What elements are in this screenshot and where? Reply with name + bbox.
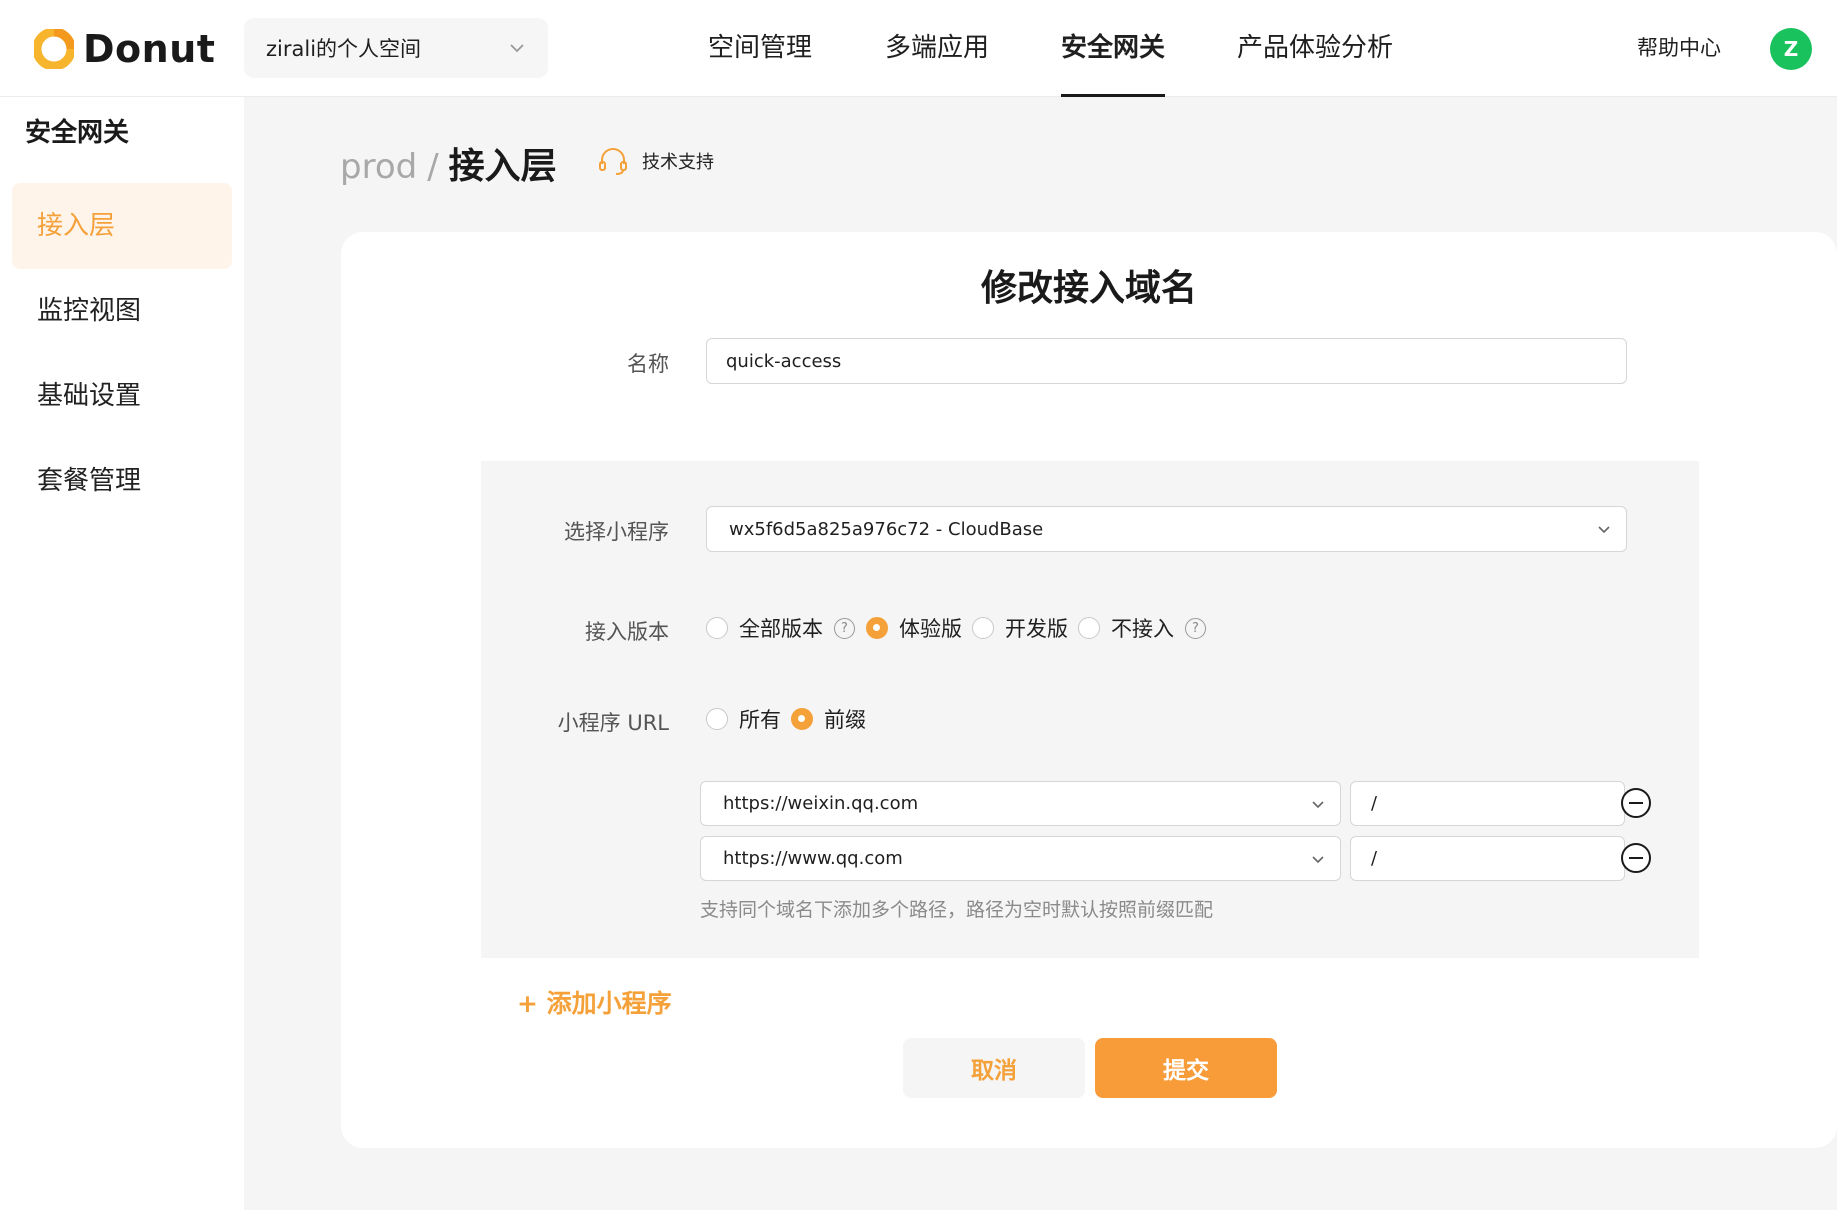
radio-trial-version[interactable]: 体验版 (866, 613, 962, 643)
cancel-button[interactable]: 取消 (903, 1038, 1085, 1098)
radio-label: 不接入 (1111, 617, 1174, 641)
mini-program-select[interactable]: wx5f6d5a825a976c72 - CloudBase (706, 506, 1627, 552)
plus-icon: + (517, 989, 547, 1018)
domain-select[interactable]: https://weixin.qq.com (700, 781, 1341, 826)
radio-label: 前缀 (824, 708, 866, 732)
logo-text: Donut (83, 27, 216, 71)
path-input[interactable]: / (1350, 781, 1625, 826)
headset-icon (599, 148, 627, 175)
radio-dot (706, 617, 728, 639)
mini-program-select-value: wx5f6d5a825a976c72 - CloudBase (729, 518, 1044, 540)
add-mini-label: 添加小程序 (546, 989, 672, 1018)
radio-dot (1078, 617, 1100, 639)
radio-dot-checked (866, 617, 888, 639)
form-title: 修改接入域名 (980, 268, 1197, 309)
radio-label: 开发版 (1005, 617, 1068, 641)
nav-security-gateway[interactable]: 安全网关 (1061, 0, 1166, 97)
nav-multi-platform[interactable]: 多端应用 (885, 0, 989, 97)
domain-select-value: https://weixin.qq.com (723, 793, 919, 814)
domain-select[interactable]: https://www.qq.com (700, 836, 1341, 881)
sidebar-item-basic-settings[interactable]: 基础设置 (12, 353, 232, 439)
path-input-value: / (1371, 793, 1378, 814)
radio-dot (972, 617, 994, 639)
remove-path-button[interactable] (1621, 843, 1651, 873)
top-header: Donut zirali的个人空间 空间管理 多端应用 安全网关 产品体验分析 … (0, 0, 1837, 97)
radio-dev-version[interactable]: 开发版 (972, 613, 1068, 643)
radio-dot (706, 708, 728, 730)
avatar[interactable]: Z (1770, 28, 1812, 70)
name-input[interactable]: quick-access (706, 338, 1627, 384)
chevron-down-icon (1312, 800, 1324, 808)
domain-select-value: https://www.qq.com (723, 848, 903, 869)
nav-product-analytics[interactable]: 产品体验分析 (1237, 0, 1393, 97)
url-label: 小程序 URL (557, 711, 669, 735)
tech-support-label: 技术支持 (642, 152, 714, 173)
sidebar: 安全网关 接入层 监控视图 基础设置 套餐管理 (0, 97, 244, 1210)
help-question-icon[interactable]: ? (834, 617, 855, 639)
nav-space-management[interactable]: 空间管理 (708, 0, 812, 97)
mini-select-label: 选择小程序 (564, 520, 669, 544)
version-radio-group: 全部版本 ? 体验版 开发版 不接入 ? (706, 613, 1217, 643)
radio-no-access[interactable]: 不接入 ? (1078, 613, 1207, 643)
workspace-label: zirali的个人空间 (266, 37, 422, 61)
chevron-down-icon (1598, 526, 1610, 534)
workspace-selector[interactable]: zirali的个人空间 (244, 18, 548, 78)
chevron-down-icon (1312, 855, 1324, 863)
donut-logo-icon (34, 29, 74, 69)
radio-label: 所有 (739, 708, 781, 732)
path-input[interactable]: / (1350, 836, 1625, 881)
breadcrumb-parent[interactable]: prod (340, 147, 417, 187)
sidebar-item-monitoring[interactable]: 监控视图 (12, 268, 232, 354)
remove-path-button[interactable] (1621, 788, 1651, 818)
radio-url-prefix[interactable]: 前缀 (791, 704, 866, 734)
submit-button[interactable]: 提交 (1095, 1038, 1277, 1098)
path-input-value: / (1371, 848, 1378, 869)
radio-dot-checked (791, 708, 813, 730)
sidebar-item-access-layer[interactable]: 接入层 (12, 183, 232, 269)
logo[interactable]: Donut (34, 26, 215, 72)
help-question-icon[interactable]: ? (1185, 617, 1206, 639)
chevron-down-icon (510, 44, 524, 53)
path-hint: 支持同个域名下添加多个路径，路径为空时默认按照前缀匹配 (700, 899, 1214, 921)
sidebar-item-plan-management[interactable]: 套餐管理 (12, 438, 232, 524)
name-label: 名称 (627, 352, 669, 376)
breadcrumb: prod / 接入层 (340, 137, 557, 189)
radio-all-versions[interactable]: 全部版本 ? (706, 613, 856, 643)
name-input-value: quick-access (726, 350, 842, 372)
radio-label: 体验版 (899, 617, 962, 641)
edit-domain-card: 修改接入域名 名称 quick-access 选择小程序 wx5f6d5a825… (341, 232, 1837, 1148)
sidebar-title: 安全网关 (25, 118, 130, 148)
radio-url-all[interactable]: 所有 (706, 704, 781, 734)
radio-label: 全部版本 (739, 617, 823, 641)
add-mini-program-button[interactable]: + 添加小程序 (517, 984, 672, 1020)
version-label: 接入版本 (585, 620, 669, 644)
tech-support-link[interactable]: 技术支持 (596, 144, 714, 178)
help-center-link[interactable]: 帮助中心 (1637, 0, 1721, 97)
url-radio-group: 所有 前缀 (706, 704, 876, 734)
page-title: 接入层 (448, 146, 557, 187)
breadcrumb-separator: / (427, 147, 439, 187)
